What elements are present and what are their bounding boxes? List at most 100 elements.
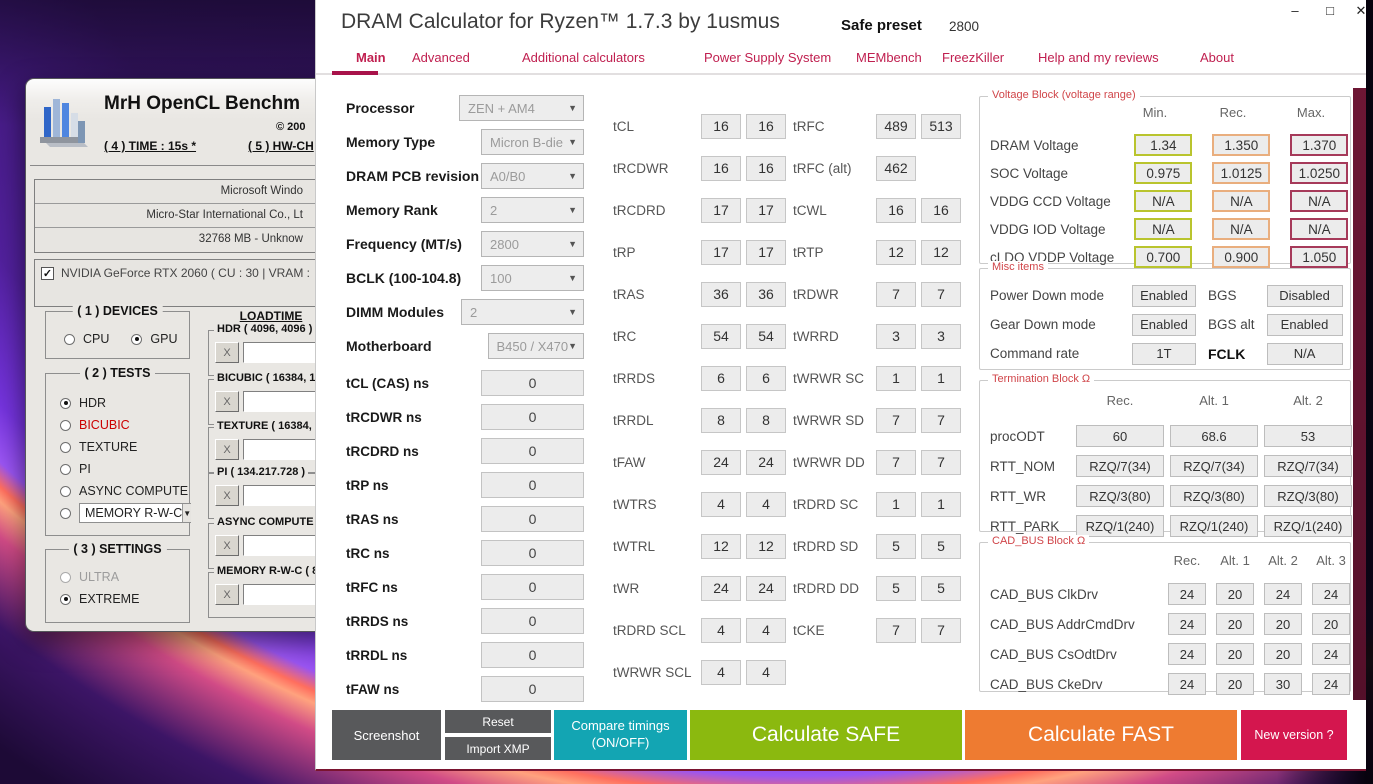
field-dropdown[interactable]: 2 ▼ (481, 197, 584, 223)
voltage-min[interactable]: 0.700 (1134, 246, 1193, 268)
timing-value-1[interactable]: 5 (876, 575, 916, 601)
cad-bus-alt2[interactable]: 30 (1264, 673, 1302, 695)
timing-value-1[interactable]: 4 (701, 617, 741, 643)
timing-value-2[interactable]: 7 (921, 617, 961, 643)
timing-value-1[interactable]: 7 (876, 407, 916, 433)
timing-value-2[interactable]: 513 (921, 113, 961, 139)
tab-help-and-reviews[interactable]: Help and my reviews (1038, 50, 1159, 65)
timing-value-2[interactable]: 7 (921, 407, 961, 433)
ns-input[interactable]: 0 (481, 404, 584, 430)
radio-test-hdr[interactable]: HDR (60, 392, 189, 414)
voltage-rec[interactable]: N/A (1212, 190, 1271, 212)
cad-bus-alt1[interactable]: 20 (1216, 583, 1254, 605)
maximize-icon[interactable]: □ (1319, 2, 1341, 20)
voltage-max[interactable]: 1.050 (1290, 246, 1349, 268)
termination-alt2[interactable]: RZQ/3(80) (1264, 485, 1352, 507)
tab-membench[interactable]: MEMbench (856, 50, 922, 65)
field-dropdown[interactable]: A0/B0 ▼ (481, 163, 584, 189)
timing-value-1[interactable]: 16 (701, 113, 741, 139)
timing-value-2[interactable]: 4 (746, 617, 786, 643)
cad-bus-alt2[interactable]: 24 (1264, 583, 1302, 605)
cad-bus-rec[interactable]: 24 (1168, 673, 1206, 695)
timing-value-1[interactable]: 489 (876, 113, 916, 139)
ns-input[interactable]: 0 (481, 608, 584, 634)
voltage-min[interactable]: 0.975 (1134, 162, 1193, 184)
field-dropdown[interactable]: 2800 ▼ (481, 231, 584, 257)
timing-value-1[interactable]: 12 (701, 533, 741, 559)
timing-value-1[interactable]: 3 (876, 323, 916, 349)
timing-value-1[interactable]: 6 (701, 365, 741, 391)
timing-value-2[interactable]: 12 (921, 239, 961, 265)
cad-bus-alt1[interactable]: 20 (1216, 643, 1254, 665)
timing-value-2[interactable]: 17 (746, 197, 786, 223)
timing-value-2[interactable]: 16 (746, 155, 786, 181)
compare-timings-button[interactable]: Compare timings (ON/OFF) (554, 710, 687, 760)
voltage-rec[interactable]: 1.350 (1212, 134, 1271, 156)
radio-selected-icon[interactable] (60, 593, 71, 605)
radio-test-async-compute[interactable]: ASYNC COMPUTE (60, 480, 189, 502)
cad-bus-rec[interactable]: 24 (1168, 583, 1206, 605)
radio-test-pi[interactable]: PI (60, 458, 189, 480)
timing-value-1[interactable]: 8 (701, 407, 741, 433)
cad-bus-alt3[interactable]: 24 (1312, 643, 1350, 665)
radio-test-bicubic[interactable]: BICUBIC (60, 414, 189, 436)
voltage-max[interactable]: 1.370 (1290, 134, 1349, 156)
cad-bus-alt2[interactable]: 20 (1264, 643, 1302, 665)
termination-alt1[interactable]: RZQ/7(34) (1170, 455, 1258, 477)
field-dropdown[interactable]: Micron B-die ▼ (481, 129, 584, 155)
radio-icon[interactable] (60, 463, 71, 475)
calculate-fast-button[interactable]: Calculate FAST (965, 710, 1237, 760)
timing-value-1[interactable]: 4 (701, 491, 741, 517)
gpu-device-row[interactable]: ✓ NVIDIA GeForce RTX 2060 ( CU : 30 | VR… (35, 260, 333, 280)
timing-value-1[interactable]: 462 (876, 155, 916, 181)
termination-alt2[interactable]: RZQ/7(34) (1264, 455, 1352, 477)
radio-ultra[interactable]: ULTRA (60, 566, 189, 588)
radio-test-texture[interactable]: TEXTURE (60, 436, 189, 458)
timing-value-1[interactable]: 36 (701, 281, 741, 307)
voltage-rec[interactable]: 0.900 (1212, 246, 1271, 268)
misc-value[interactable]: Disabled (1266, 284, 1343, 307)
timing-value-1[interactable]: 17 (701, 239, 741, 265)
timing-value-1[interactable]: 1 (876, 491, 916, 517)
radio-icon[interactable] (60, 507, 71, 519)
tab-advanced[interactable]: Advanced (412, 50, 470, 65)
timing-value-2[interactable]: 12 (746, 533, 786, 559)
field-dropdown[interactable]: ZEN + AM4 ▼ (459, 95, 584, 121)
timing-value-2[interactable]: 5 (921, 575, 961, 601)
voltage-rec[interactable]: 1.0125 (1212, 162, 1271, 184)
radio-extreme[interactable]: EXTREME (60, 588, 189, 610)
field-dropdown[interactable]: 2 ▼ (461, 299, 584, 325)
tab-about[interactable]: About (1200, 50, 1234, 65)
termination-rec[interactable]: RZQ/3(80) (1076, 485, 1164, 507)
timing-value-1[interactable]: 4 (701, 659, 741, 685)
clear-x-button[interactable]: X (215, 342, 239, 363)
termination-alt2[interactable]: 53 (1264, 425, 1352, 447)
cad-bus-rec[interactable]: 24 (1168, 613, 1206, 635)
misc-value[interactable]: Enabled (1266, 313, 1343, 336)
ns-input[interactable]: 0 (481, 370, 584, 396)
ns-input[interactable]: 0 (481, 574, 584, 600)
radio-icon[interactable] (60, 485, 71, 497)
clear-x-button[interactable]: X (215, 485, 239, 506)
chevron-down-icon[interactable]: ▼ (182, 504, 192, 522)
ns-input[interactable]: 0 (481, 676, 584, 702)
new-version-button[interactable]: New version ? (1241, 710, 1347, 760)
radio-icon[interactable] (60, 419, 71, 431)
ns-input[interactable]: 0 (481, 472, 584, 498)
cad-bus-alt3[interactable]: 24 (1312, 673, 1350, 695)
timing-value-2[interactable]: 54 (746, 323, 786, 349)
termination-alt1[interactable]: RZQ/3(80) (1170, 485, 1258, 507)
timing-value-2[interactable]: 16 (921, 197, 961, 223)
timing-value-1[interactable]: 54 (701, 323, 741, 349)
timing-value-1[interactable]: 16 (701, 155, 741, 181)
timing-value-2[interactable]: 3 (921, 323, 961, 349)
radio-selected-icon[interactable] (131, 333, 143, 345)
voltage-max[interactable]: N/A (1290, 190, 1349, 212)
clear-x-button[interactable]: X (215, 439, 239, 460)
timing-value-2[interactable]: 5 (921, 533, 961, 559)
cad-bus-alt1[interactable]: 20 (1216, 613, 1254, 635)
timing-value-2[interactable]: 24 (746, 575, 786, 601)
timing-value-1[interactable]: 5 (876, 533, 916, 559)
radio-cpu[interactable]: CPU (64, 328, 109, 350)
tab-additional-calculators[interactable]: Additional calculators (522, 50, 645, 65)
